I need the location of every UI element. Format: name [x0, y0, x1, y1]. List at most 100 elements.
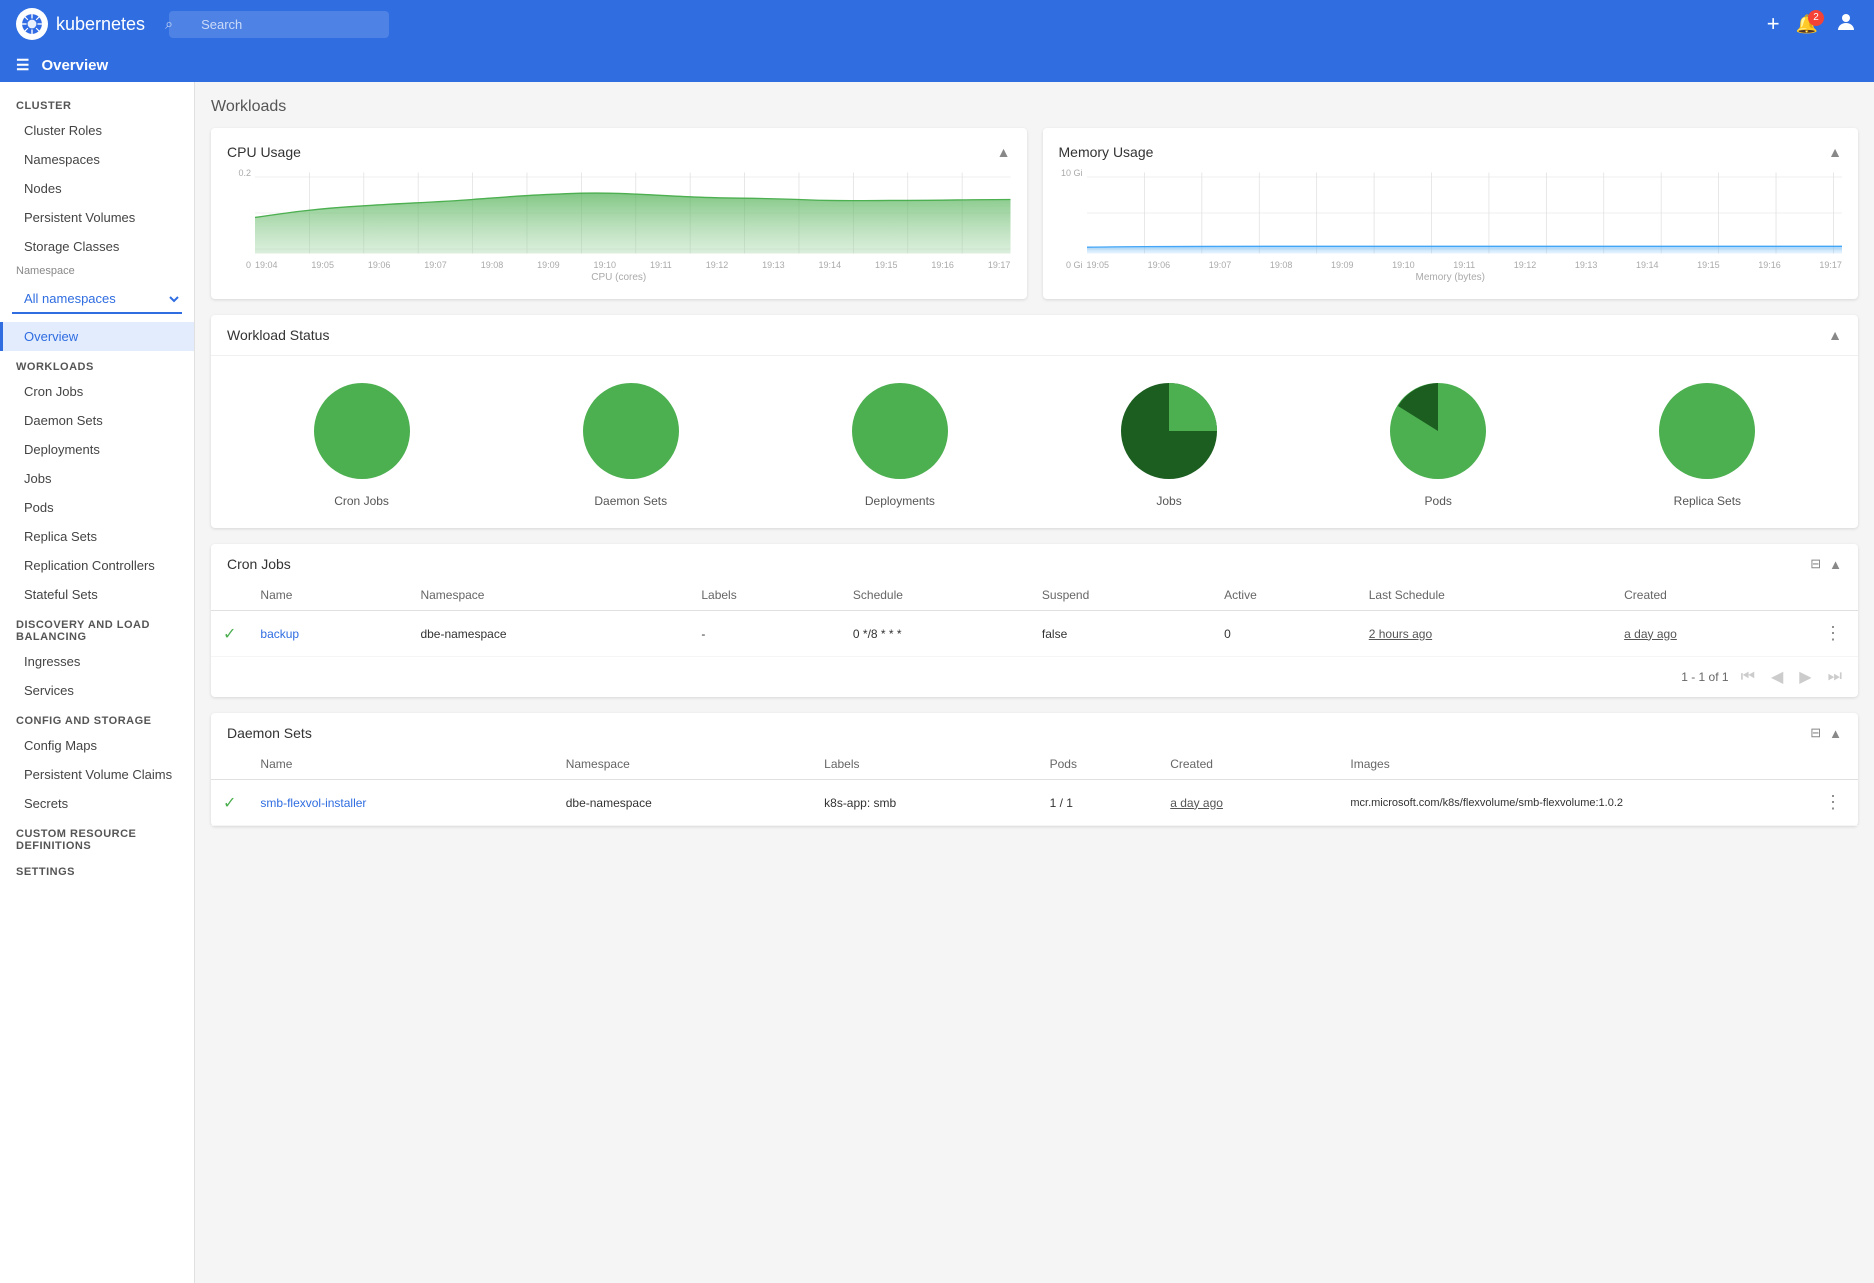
ds-col-name: Name	[248, 749, 553, 780]
sidebar-item-cron-jobs[interactable]: Cron Jobs	[0, 377, 194, 406]
ds-row-menu[interactable]: ⋮	[1808, 780, 1858, 826]
sidebar-item-deployments[interactable]: Deployments	[0, 435, 194, 464]
daemon-sets-filter-icon[interactable]: ⊟	[1810, 725, 1821, 741]
sidebar-item-pods[interactable]: Pods	[0, 493, 194, 522]
cron-jobs-collapse[interactable]: ▲	[1829, 557, 1842, 572]
sidebar-item-stateful-sets[interactable]: Stateful Sets	[0, 580, 194, 609]
memory-chart-collapse[interactable]: ▲	[1828, 144, 1842, 160]
cron-jobs-table-title: Cron Jobs	[227, 556, 291, 572]
col-last-schedule: Last Schedule	[1357, 580, 1612, 611]
row-name[interactable]: backup	[248, 611, 408, 657]
namespace-select[interactable]: All namespaces	[12, 285, 182, 314]
daemon-sets-table: Name Namespace Labels Pods Created Image…	[211, 749, 1858, 826]
workloads-title: Workloads	[211, 98, 1858, 116]
ds-row-created: a day ago	[1158, 780, 1338, 826]
sidebar-item-services[interactable]: Services	[0, 676, 194, 705]
jobs-pie	[1114, 376, 1224, 486]
navbar: kubernetes ⌕ + 🔔 2	[0, 0, 1874, 48]
ds-col-images: Images	[1338, 749, 1808, 780]
sidebar-item-nodes[interactable]: Nodes	[0, 174, 194, 203]
row-labels: -	[689, 611, 841, 657]
memory-chart-title: Memory Usage ▲	[1059, 144, 1843, 160]
sidebar-item-namespaces[interactable]: Namespaces	[0, 145, 194, 174]
row-created: a day ago	[1612, 611, 1808, 657]
workload-daemon-sets[interactable]: Daemon Sets	[576, 376, 686, 508]
notifications-button[interactable]: 🔔 2	[1796, 14, 1818, 35]
pagination-last[interactable]: ⏭	[1824, 666, 1846, 688]
pods-pie	[1383, 376, 1493, 486]
cron-jobs-pie	[307, 376, 417, 486]
workload-status-title: Workload Status	[227, 327, 329, 343]
logo-text: kubernetes	[56, 14, 145, 35]
sidebar-item-jobs[interactable]: Jobs	[0, 464, 194, 493]
memory-y-labels: 10 Gi 0 Gi	[1059, 168, 1087, 270]
daemon-sets-pie	[576, 376, 686, 486]
workload-pods[interactable]: Pods	[1383, 376, 1493, 508]
add-button[interactable]: +	[1767, 11, 1780, 37]
search-icon: ⌕	[165, 16, 173, 33]
namespace-label: Namespace	[0, 261, 194, 277]
user-menu-button[interactable]	[1834, 10, 1858, 39]
row-menu-button[interactable]: ⋮	[1820, 621, 1846, 646]
col-name: Name	[248, 580, 408, 611]
workload-deployments[interactable]: Deployments	[845, 376, 955, 508]
col-schedule: Schedule	[841, 580, 1030, 611]
workload-status-row: Cron Jobs Daemon Sets Deployments	[211, 356, 1858, 528]
workload-cron-jobs[interactable]: Cron Jobs	[307, 376, 417, 508]
sidebar-item-daemon-sets[interactable]: Daemon Sets	[0, 406, 194, 435]
workload-status-header: Workload Status ▲	[211, 315, 1858, 356]
workload-status-collapse[interactable]: ▲	[1828, 327, 1842, 343]
search-input[interactable]	[169, 11, 389, 38]
table-row: ✓ backup dbe-namespace - 0 */8 * * * fal…	[211, 611, 1858, 657]
ds-row-images: mcr.microsoft.com/k8s/flexvolume/smb-fle…	[1338, 780, 1808, 826]
col-labels: Labels	[689, 580, 841, 611]
menu-icon[interactable]: ☰	[16, 56, 29, 74]
logo[interactable]: kubernetes	[16, 8, 145, 40]
row-namespace: dbe-namespace	[408, 611, 689, 657]
sidebar-item-overview[interactable]: Overview	[0, 322, 194, 351]
ds-row-pods: 1 / 1	[1038, 780, 1159, 826]
daemon-sets-collapse[interactable]: ▲	[1829, 726, 1842, 741]
sidebar-item-storage-classes[interactable]: Storage Classes	[0, 232, 194, 261]
row-last-schedule: 2 hours ago	[1357, 611, 1612, 657]
cron-jobs-table-actions: ⊟ ▲	[1810, 556, 1842, 572]
cpu-chart-collapse[interactable]: ▲	[997, 144, 1011, 160]
pagination-first[interactable]: ⏮	[1737, 666, 1759, 688]
navbar-right: + 🔔 2	[1767, 10, 1858, 39]
pagination-text: 1 - 1 of 1	[1681, 670, 1728, 684]
workload-jobs[interactable]: Jobs	[1114, 376, 1224, 508]
daemon-sets-table-card: Daemon Sets ⊟ ▲ Name Namespace Labels Po…	[211, 713, 1858, 826]
main-layout: Cluster Cluster Roles Namespaces Nodes P…	[0, 82, 1874, 1283]
memory-chart-card: Memory Usage ▲ 10 Gi 0 Gi	[1043, 128, 1859, 299]
row-status-icon: ✓	[211, 611, 248, 657]
sidebar-item-replica-sets[interactable]: Replica Sets	[0, 522, 194, 551]
workload-status-card: Workload Status ▲ Cron Jobs	[211, 315, 1858, 528]
sidebar-item-replication-controllers[interactable]: Replication Controllers	[0, 551, 194, 580]
sidebar-item-pvc[interactable]: Persistent Volume Claims	[0, 760, 194, 789]
ds-col-labels: Labels	[812, 749, 1037, 780]
col-actions	[1808, 580, 1858, 611]
search-container: ⌕	[157, 11, 389, 38]
ds-row-namespace: dbe-namespace	[554, 780, 812, 826]
sidebar-item-secrets[interactable]: Secrets	[0, 789, 194, 818]
cron-jobs-table-header: Cron Jobs ⊟ ▲	[211, 544, 1858, 580]
col-suspend: Suspend	[1030, 580, 1212, 611]
row-schedule: 0 */8 * * *	[841, 611, 1030, 657]
filter-icon[interactable]: ⊟	[1810, 556, 1821, 572]
ds-row-menu-button[interactable]: ⋮	[1820, 790, 1846, 815]
sidebar-item-ingresses[interactable]: Ingresses	[0, 647, 194, 676]
sidebar-item-persistent-volumes[interactable]: Persistent Volumes	[0, 203, 194, 232]
workload-replica-sets[interactable]: Replica Sets	[1652, 376, 1762, 508]
pagination-next[interactable]: ▶	[1795, 665, 1815, 689]
cron-jobs-pagination: 1 - 1 of 1 ⏮ ◀ ▶ ⏭	[211, 657, 1858, 697]
daemon-sets-label: Daemon Sets	[594, 494, 667, 508]
row-menu[interactable]: ⋮	[1808, 611, 1858, 657]
ds-row-name[interactable]: smb-flexvol-installer	[248, 780, 553, 826]
crd-section-label: Custom Resource Definitions	[0, 818, 194, 856]
col-active: Active	[1212, 580, 1357, 611]
sidebar-item-cluster-roles[interactable]: Cluster Roles	[0, 116, 194, 145]
sidebar: Cluster Cluster Roles Namespaces Nodes P…	[0, 82, 195, 1283]
page-title: Overview	[41, 57, 108, 74]
pagination-prev[interactable]: ◀	[1767, 665, 1787, 689]
sidebar-item-config-maps[interactable]: Config Maps	[0, 731, 194, 760]
